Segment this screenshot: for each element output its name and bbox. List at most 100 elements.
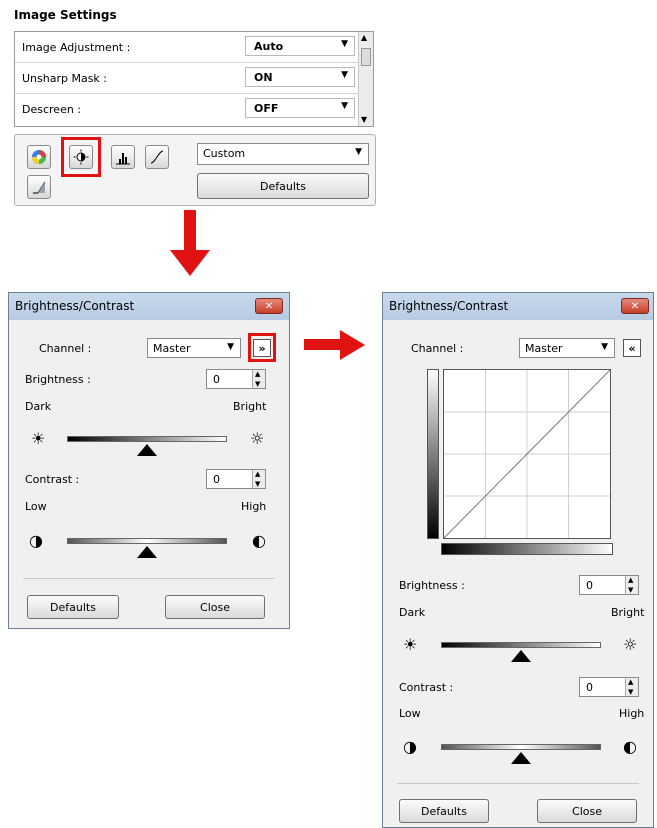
dialog-title-bar[interactable]: Brightness/Contrast ✕: [9, 293, 289, 320]
contrast-value: 0: [586, 681, 593, 694]
contrast-slider[interactable]: [67, 538, 227, 544]
descreen-select[interactable]: OFF ▼: [245, 98, 355, 118]
channel-select[interactable]: Master ▼: [147, 338, 241, 358]
spin-up-icon[interactable]: ▲: [628, 576, 633, 584]
close-icon[interactable]: ✕: [255, 298, 283, 314]
brightness-bright-icon: ☼: [250, 429, 265, 448]
scroll-thumb[interactable]: [361, 48, 371, 66]
dialog-title-bar[interactable]: Brightness/Contrast ✕: [383, 293, 653, 320]
right-arrow-shaft: [304, 339, 342, 350]
channel-select[interactable]: Master ▼: [519, 338, 615, 358]
collapse-icon[interactable]: «: [623, 339, 641, 357]
setting-row-image-adjustment[interactable]: Image Adjustment : Auto ▼: [15, 32, 360, 63]
divider: [397, 783, 639, 784]
contrast-spinner[interactable]: 0 ▲ ▼: [579, 677, 639, 697]
dark-label: Dark: [399, 606, 426, 619]
close-button[interactable]: Close: [537, 799, 637, 823]
tone-graph-canvas: [444, 370, 610, 538]
threshold-button[interactable]: [27, 175, 51, 199]
histogram-icon: [116, 153, 130, 165]
image-settings-list: Image Adjustment : Auto ▼ Unsharp Mask :…: [14, 31, 374, 127]
spin-down-icon[interactable]: ▼: [628, 688, 633, 696]
down-arrow-shaft: [184, 210, 196, 252]
brightness-contrast-dialog-expanded: Brightness/Contrast ✕ Channel : Master ▼…: [382, 292, 654, 828]
contrast-slider-thumb[interactable]: [137, 546, 157, 558]
close-icon[interactable]: ✕: [621, 298, 649, 314]
channel-label: Channel :: [411, 342, 464, 355]
preset-value: Custom: [203, 147, 246, 160]
spin-up-icon[interactable]: ▲: [255, 370, 260, 378]
setting-row-descreen[interactable]: Descreen : OFF ▼: [15, 94, 360, 124]
defaults-button[interactable]: Defaults: [399, 799, 489, 823]
color-adjustment-button[interactable]: [27, 145, 51, 169]
setting-row-unsharp-mask[interactable]: Unsharp Mask : ON ▼: [15, 63, 360, 94]
brightness-spinner[interactable]: 0 ▲ ▼: [206, 369, 266, 389]
image-settings-title: Image Settings: [14, 8, 117, 22]
setting-label: Image Adjustment :: [22, 41, 131, 54]
brightness-label: Brightness :: [25, 373, 91, 386]
contrast-slider-thumb[interactable]: [511, 752, 531, 764]
brightness-dark-icon: ☀: [31, 429, 46, 448]
brightness-slider-thumb[interactable]: [511, 650, 531, 662]
defaults-button[interactable]: Defaults: [197, 173, 369, 199]
chevron-down-icon: ▼: [355, 147, 362, 157]
spin-up-icon[interactable]: ▲: [628, 678, 633, 686]
channel-value: Master: [153, 342, 191, 355]
brightness-bright-icon: ☼: [623, 635, 638, 654]
brightness-spinner[interactable]: 0 ▲ ▼: [579, 575, 639, 595]
close-button[interactable]: Close: [165, 595, 265, 619]
spin-down-icon[interactable]: ▼: [255, 380, 260, 388]
brightness-dark-icon: ☀: [403, 635, 418, 654]
contrast-slider[interactable]: [441, 744, 601, 750]
spin-down-icon[interactable]: ▼: [628, 586, 633, 594]
bright-label: Bright: [233, 400, 267, 413]
brightness-contrast-dialog-collapsed: Brightness/Contrast ✕ Channel : Master ▼…: [8, 292, 290, 629]
dialog-title: Brightness/Contrast: [15, 299, 135, 313]
spin-down-icon[interactable]: ▼: [255, 480, 260, 488]
threshold-icon: [33, 181, 46, 194]
histogram-button[interactable]: [111, 145, 135, 169]
tone-curve-icon: [150, 150, 164, 164]
down-arrow-icon: [170, 250, 210, 276]
spin-buttons[interactable]: ▲ ▼: [252, 470, 265, 488]
settings-scrollbar[interactable]: ▲ ▼: [358, 32, 373, 126]
spin-buttons[interactable]: ▲ ▼: [625, 678, 638, 696]
chevron-down-icon: ▼: [601, 342, 608, 352]
low-label: Low: [399, 707, 421, 720]
high-label: High: [619, 707, 645, 720]
scroll-up-icon[interactable]: ▲: [361, 33, 367, 42]
tone-graph[interactable]: [443, 369, 611, 539]
select-value: OFF: [254, 102, 279, 115]
high-label: High: [241, 500, 267, 513]
highlight-frame: [248, 333, 276, 362]
brightness-label: Brightness :: [399, 579, 465, 592]
chevron-down-icon: ▼: [341, 70, 348, 80]
contrast-label: Contrast :: [25, 473, 80, 486]
unsharp-mask-select[interactable]: ON ▼: [245, 67, 355, 87]
channel-label: Channel :: [39, 342, 92, 355]
contrast-low-icon: ◑: [403, 737, 417, 756]
setting-label: Descreen :: [22, 103, 82, 116]
spin-buttons[interactable]: ▲ ▼: [252, 370, 265, 388]
adjustment-tools-panel: Custom ▼ Defaults: [14, 134, 376, 206]
contrast-spinner[interactable]: 0 ▲ ▼: [206, 469, 266, 489]
divider: [23, 578, 275, 579]
brightness-slider-thumb[interactable]: [137, 444, 157, 456]
output-gradient-bar: [441, 543, 613, 555]
dark-label: Dark: [25, 400, 52, 413]
tone-curve-button[interactable]: [145, 145, 169, 169]
contrast-label: Contrast :: [399, 681, 454, 694]
color-wheel-icon: [32, 150, 46, 164]
image-adjustment-select[interactable]: Auto ▼: [245, 36, 355, 56]
contrast-low-icon: ◑: [29, 531, 43, 550]
defaults-button[interactable]: Defaults: [27, 595, 119, 619]
chevron-down-icon: ▼: [341, 101, 348, 111]
brightness-slider[interactable]: [67, 436, 227, 442]
preset-select[interactable]: Custom ▼: [197, 143, 369, 165]
channel-value: Master: [525, 342, 563, 355]
scroll-down-icon[interactable]: ▼: [361, 115, 367, 124]
spin-buttons[interactable]: ▲ ▼: [625, 576, 638, 594]
input-gradient-bar: [427, 369, 439, 539]
spin-up-icon[interactable]: ▲: [255, 470, 260, 478]
brightness-slider[interactable]: [441, 642, 601, 648]
